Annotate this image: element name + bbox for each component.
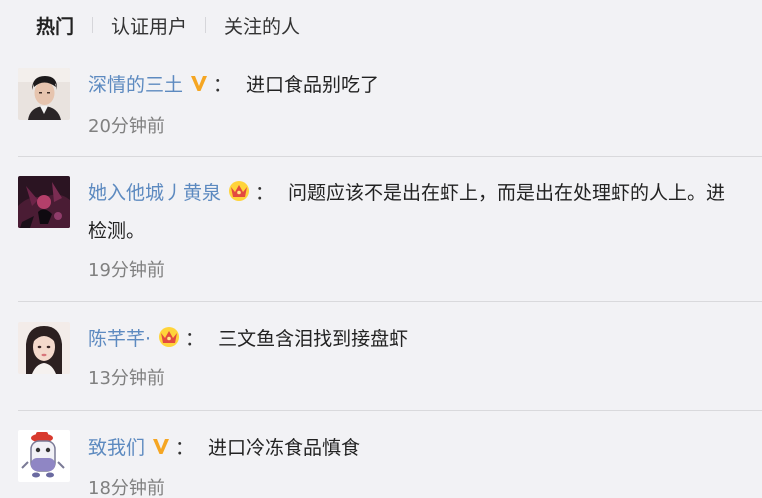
crown-icon[interactable]: [157, 326, 181, 348]
tab-verified-users[interactable]: 认证用户: [111, 12, 187, 39]
comment-colon: ：: [175, 436, 195, 459]
tab-divider: [205, 17, 207, 33]
comment-colon: ：: [213, 73, 233, 96]
comment-time: 19分钟前: [88, 260, 165, 281]
avatar[interactable]: [18, 68, 70, 120]
tab-following[interactable]: 关注的人: [224, 12, 300, 39]
comment-filter-tabs: 热门 认证用户 关注的人: [36, 12, 300, 38]
comment-username[interactable]: 深情的三土: [88, 70, 183, 97]
avatar-image: [18, 176, 70, 228]
comment-divider: [18, 156, 762, 157]
tab-divider: [92, 17, 94, 33]
comment-text-continued: 检测。: [88, 220, 146, 242]
comment-time: 13分钟前: [88, 368, 165, 389]
avatar[interactable]: [18, 322, 70, 374]
avatar[interactable]: [18, 430, 70, 482]
crown-icon[interactable]: [227, 180, 251, 202]
avatar[interactable]: [18, 176, 70, 228]
comment-text: 三文鱼含泪找到接盘虾: [218, 327, 409, 350]
comment-username[interactable]: 陈芊芊·: [88, 324, 151, 351]
comment-divider: [18, 410, 762, 411]
avatar-image: [18, 322, 70, 374]
comment-divider: [18, 301, 762, 302]
verified-v-icon[interactable]: [189, 73, 209, 93]
comment-text: 进口冷冻食品慎食: [208, 436, 361, 459]
comment-colon: ：: [255, 181, 275, 204]
comment-colon: ：: [185, 327, 205, 350]
avatar-image: [18, 430, 70, 482]
comment-username[interactable]: 致我们: [88, 433, 145, 460]
comment-username[interactable]: 她入他城丿黄泉: [88, 178, 221, 205]
tab-hot[interactable]: 热门: [36, 12, 74, 39]
avatar-image: [18, 68, 70, 120]
comment-text: 问题应该不是出在虾上，而是出在处理虾的人上。进: [288, 181, 726, 204]
comment-time: 20分钟前: [88, 116, 165, 137]
verified-v-icon[interactable]: [151, 436, 171, 456]
comment-text: 进口食品别吃了: [246, 73, 380, 96]
comment-time: 18分钟前: [88, 478, 165, 498]
